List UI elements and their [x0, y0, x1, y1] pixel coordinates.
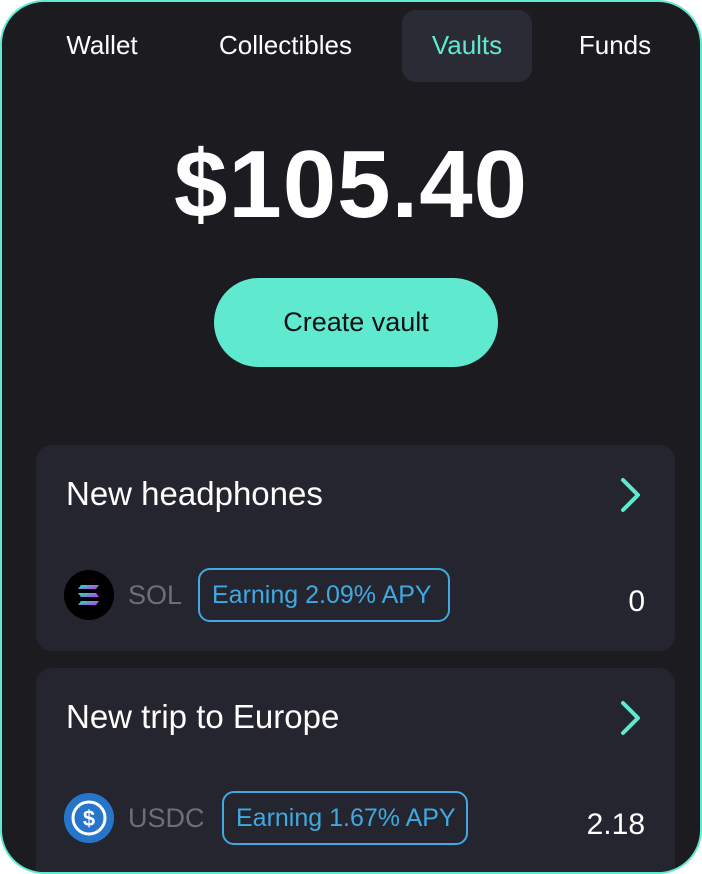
token-symbol: SOL	[128, 580, 183, 610]
apy-badge: Earning 1.67% APY	[222, 791, 468, 845]
tab-collectibles[interactable]: Collectibles	[198, 10, 373, 82]
tab-wallet[interactable]: Wallet	[42, 10, 162, 82]
vault-card[interactable]: New headphones SOL Earning 2.09% APY 0	[36, 445, 675, 651]
total-balance: $105.40	[173, 131, 528, 238]
vault-title: New trip to Europe	[66, 698, 340, 735]
vault-card[interactable]: New trip to Europe $ USDC Earning 1.67% …	[36, 668, 675, 872]
tab-vaults[interactable]: Vaults	[402, 10, 532, 82]
tab-bar: Wallet Collectibles Vaults Funds	[2, 10, 700, 82]
usdc-icon: $	[64, 793, 114, 843]
apy-badge: Earning 2.09% APY	[198, 568, 450, 622]
solana-icon	[64, 570, 114, 620]
tab-funds[interactable]: Funds	[562, 10, 668, 82]
vault-title: New headphones	[66, 475, 323, 512]
create-vault-button[interactable]: Create vault	[214, 278, 498, 367]
vault-amount: 2.18	[586, 808, 645, 841]
chevron-right-icon[interactable]	[617, 698, 645, 738]
token-symbol: USDC	[128, 803, 205, 833]
app-screen: Wallet Collectibles Vaults Funds $105.40…	[0, 0, 702, 874]
chevron-right-icon[interactable]	[617, 475, 645, 515]
svg-text:$: $	[83, 806, 95, 831]
vault-amount: 0	[628, 585, 645, 618]
